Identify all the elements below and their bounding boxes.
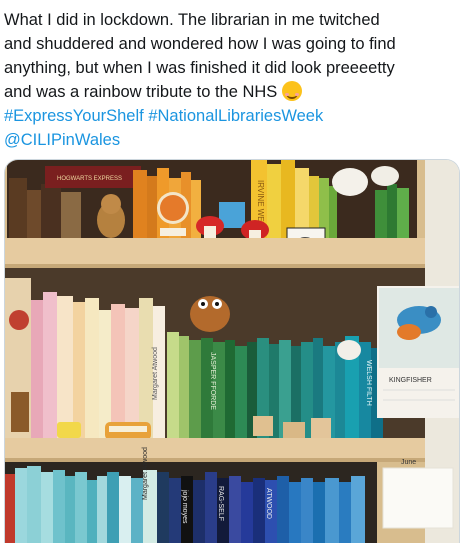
hashtag-expressyourshelf[interactable]: #ExpressYourShelf (4, 107, 144, 125)
svg-text:KINGFISHER: KINGFISHER (389, 377, 432, 384)
kingfisher-calendar: KINGFISHER June (377, 286, 459, 529)
tweet-line: anything, but when I was finished it did… (4, 59, 395, 77)
tweet-line-text: and was a rainbow tribute to the NHS (4, 83, 278, 101)
tweet-text: What I did in lockdown. The librarian in… (4, 8, 462, 152)
tweet-line: and shuddered and wondered how I was goi… (4, 35, 396, 53)
svg-text:jojo moyes: jojo moyes (181, 489, 188, 524)
mention-cilipinwales[interactable]: @CILIPinWales (4, 131, 120, 149)
hashtag-nationallibrariesweek[interactable]: #NationalLibrariesWeek (148, 107, 323, 125)
svg-text:RAG-SELF: RAG-SELF (217, 486, 224, 521)
bookshelf-photo: HOGWARTS EXPRESS IRVINE WELSH Margaret A… (5, 160, 459, 543)
svg-text:ATWOOD: ATWOOD (265, 488, 272, 519)
mention-line: @CILIPinWales (4, 128, 462, 152)
tweet-photo[interactable]: HOGWARTS EXPRESS IRVINE WELSH Margaret A… (4, 159, 460, 543)
tweet-line: What I did in lockdown. The librarian in… (4, 11, 380, 29)
svg-text:WELSH FILTH: WELSH FILTH (365, 360, 372, 406)
middle-shelf-books: Margaret Atwood JASPER FFORDE WELSH FILT… (5, 268, 425, 446)
blushing-smile-emoji-icon (281, 81, 302, 101)
svg-text:June: June (401, 459, 416, 466)
top-shelf-plank (5, 238, 425, 268)
tweet-line: and was a rainbow tribute to the NHS (4, 80, 462, 104)
svg-text:Margaret Atwood: Margaret Atwood (152, 347, 159, 400)
svg-text:HOGWARTS EXPRESS: HOGWARTS EXPRESS (57, 176, 122, 182)
svg-text:Margaret Atwood: Margaret Atwood (142, 447, 149, 500)
hashtag-line: #ExpressYourShelf #NationalLibrariesWeek (4, 104, 462, 128)
svg-text:JASPER FFORDE: JASPER FFORDE (209, 352, 216, 410)
